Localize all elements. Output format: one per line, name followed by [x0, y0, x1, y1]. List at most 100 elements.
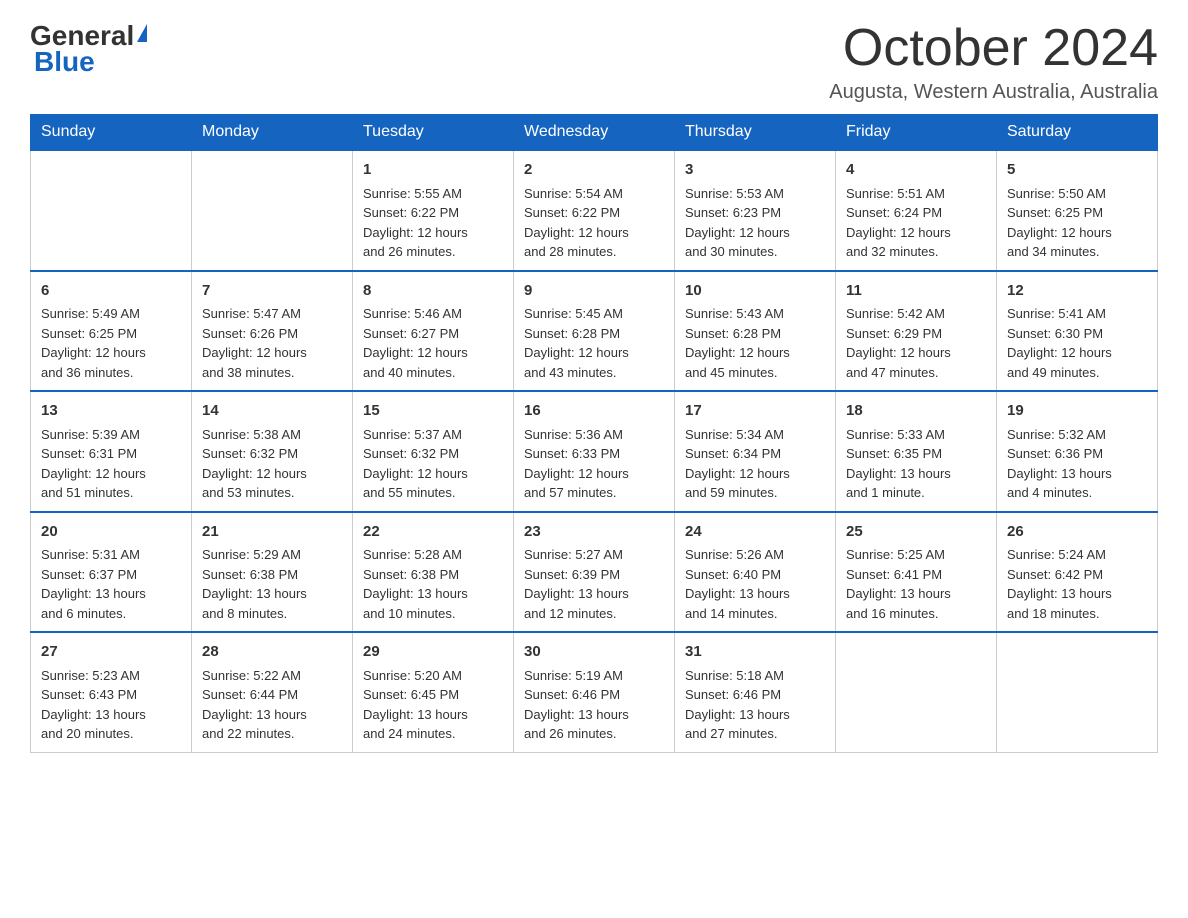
calendar-cell-w5-d5: 31Sunrise: 5:18 AM Sunset: 6:46 PM Dayli… — [675, 632, 836, 752]
header-day-tuesday: Tuesday — [353, 115, 514, 151]
calendar-cell-w3-d2: 14Sunrise: 5:38 AM Sunset: 6:32 PM Dayli… — [192, 391, 353, 512]
day-number-7: 7 — [202, 280, 342, 303]
calendar-cell-w1-d3: 1Sunrise: 5:55 AM Sunset: 6:22 PM Daylig… — [353, 150, 514, 271]
calendar-cell-w1-d5: 3Sunrise: 5:53 AM Sunset: 6:23 PM Daylig… — [675, 150, 836, 271]
calendar-table: SundayMondayTuesdayWednesdayThursdayFrid… — [30, 114, 1158, 753]
day-number-26: 26 — [1007, 521, 1147, 544]
calendar-cell-w4-d7: 26Sunrise: 5:24 AM Sunset: 6:42 PM Dayli… — [997, 512, 1158, 633]
day-number-22: 22 — [363, 521, 503, 544]
calendar-cell-w1-d7: 5Sunrise: 5:50 AM Sunset: 6:25 PM Daylig… — [997, 150, 1158, 271]
day-info-10: Sunrise: 5:43 AM Sunset: 6:28 PM Dayligh… — [685, 304, 825, 382]
calendar-cell-w4-d6: 25Sunrise: 5:25 AM Sunset: 6:41 PM Dayli… — [836, 512, 997, 633]
calendar-cell-w5-d1: 27Sunrise: 5:23 AM Sunset: 6:43 PM Dayli… — [31, 632, 192, 752]
day-info-11: Sunrise: 5:42 AM Sunset: 6:29 PM Dayligh… — [846, 304, 986, 382]
calendar-cell-w2-d5: 10Sunrise: 5:43 AM Sunset: 6:28 PM Dayli… — [675, 271, 836, 392]
calendar-cell-w2-d6: 11Sunrise: 5:42 AM Sunset: 6:29 PM Dayli… — [836, 271, 997, 392]
day-number-18: 18 — [846, 400, 986, 423]
day-number-29: 29 — [363, 641, 503, 664]
calendar-cell-w1-d2 — [192, 150, 353, 271]
day-info-4: Sunrise: 5:51 AM Sunset: 6:24 PM Dayligh… — [846, 184, 986, 262]
day-number-28: 28 — [202, 641, 342, 664]
day-number-9: 9 — [524, 280, 664, 303]
day-number-20: 20 — [41, 521, 181, 544]
day-info-16: Sunrise: 5:36 AM Sunset: 6:33 PM Dayligh… — [524, 425, 664, 503]
day-info-26: Sunrise: 5:24 AM Sunset: 6:42 PM Dayligh… — [1007, 545, 1147, 623]
calendar-cell-w5-d6 — [836, 632, 997, 752]
day-info-24: Sunrise: 5:26 AM Sunset: 6:40 PM Dayligh… — [685, 545, 825, 623]
calendar-cell-w5-d3: 29Sunrise: 5:20 AM Sunset: 6:45 PM Dayli… — [353, 632, 514, 752]
calendar-cell-w3-d3: 15Sunrise: 5:37 AM Sunset: 6:32 PM Dayli… — [353, 391, 514, 512]
day-number-15: 15 — [363, 400, 503, 423]
day-info-20: Sunrise: 5:31 AM Sunset: 6:37 PM Dayligh… — [41, 545, 181, 623]
day-info-13: Sunrise: 5:39 AM Sunset: 6:31 PM Dayligh… — [41, 425, 181, 503]
calendar-cell-w1-d4: 2Sunrise: 5:54 AM Sunset: 6:22 PM Daylig… — [514, 150, 675, 271]
calendar-week-4: 20Sunrise: 5:31 AM Sunset: 6:37 PM Dayli… — [31, 512, 1158, 633]
day-number-4: 4 — [846, 159, 986, 182]
header-day-thursday: Thursday — [675, 115, 836, 151]
calendar-cell-w2-d4: 9Sunrise: 5:45 AM Sunset: 6:28 PM Daylig… — [514, 271, 675, 392]
day-info-23: Sunrise: 5:27 AM Sunset: 6:39 PM Dayligh… — [524, 545, 664, 623]
day-info-6: Sunrise: 5:49 AM Sunset: 6:25 PM Dayligh… — [41, 304, 181, 382]
calendar-cell-w4-d3: 22Sunrise: 5:28 AM Sunset: 6:38 PM Dayli… — [353, 512, 514, 633]
day-number-3: 3 — [685, 159, 825, 182]
calendar-cell-w2-d2: 7Sunrise: 5:47 AM Sunset: 6:26 PM Daylig… — [192, 271, 353, 392]
calendar-cell-w4-d2: 21Sunrise: 5:29 AM Sunset: 6:38 PM Dayli… — [192, 512, 353, 633]
calendar-cell-w5-d7 — [997, 632, 1158, 752]
day-info-8: Sunrise: 5:46 AM Sunset: 6:27 PM Dayligh… — [363, 304, 503, 382]
day-number-25: 25 — [846, 521, 986, 544]
day-info-2: Sunrise: 5:54 AM Sunset: 6:22 PM Dayligh… — [524, 184, 664, 262]
calendar-week-3: 13Sunrise: 5:39 AM Sunset: 6:31 PM Dayli… — [31, 391, 1158, 512]
day-info-12: Sunrise: 5:41 AM Sunset: 6:30 PM Dayligh… — [1007, 304, 1147, 382]
day-info-27: Sunrise: 5:23 AM Sunset: 6:43 PM Dayligh… — [41, 666, 181, 744]
day-info-25: Sunrise: 5:25 AM Sunset: 6:41 PM Dayligh… — [846, 545, 986, 623]
header-day-saturday: Saturday — [997, 115, 1158, 151]
day-number-5: 5 — [1007, 159, 1147, 182]
day-info-22: Sunrise: 5:28 AM Sunset: 6:38 PM Dayligh… — [363, 545, 503, 623]
day-info-30: Sunrise: 5:19 AM Sunset: 6:46 PM Dayligh… — [524, 666, 664, 744]
day-info-7: Sunrise: 5:47 AM Sunset: 6:26 PM Dayligh… — [202, 304, 342, 382]
day-info-19: Sunrise: 5:32 AM Sunset: 6:36 PM Dayligh… — [1007, 425, 1147, 503]
calendar-cell-w3-d5: 17Sunrise: 5:34 AM Sunset: 6:34 PM Dayli… — [675, 391, 836, 512]
calendar-cell-w3-d7: 19Sunrise: 5:32 AM Sunset: 6:36 PM Dayli… — [997, 391, 1158, 512]
day-number-27: 27 — [41, 641, 181, 664]
day-number-19: 19 — [1007, 400, 1147, 423]
day-info-14: Sunrise: 5:38 AM Sunset: 6:32 PM Dayligh… — [202, 425, 342, 503]
title-area: October 2024 Augusta, Western Australia,… — [829, 20, 1158, 104]
day-number-11: 11 — [846, 280, 986, 303]
day-number-17: 17 — [685, 400, 825, 423]
calendar-cell-w2-d1: 6Sunrise: 5:49 AM Sunset: 6:25 PM Daylig… — [31, 271, 192, 392]
calendar-cell-w4-d4: 23Sunrise: 5:27 AM Sunset: 6:39 PM Dayli… — [514, 512, 675, 633]
calendar-week-2: 6Sunrise: 5:49 AM Sunset: 6:25 PM Daylig… — [31, 271, 1158, 392]
day-number-6: 6 — [41, 280, 181, 303]
calendar-cell-w5-d4: 30Sunrise: 5:19 AM Sunset: 6:46 PM Dayli… — [514, 632, 675, 752]
header-day-wednesday: Wednesday — [514, 115, 675, 151]
calendar-cell-w3-d4: 16Sunrise: 5:36 AM Sunset: 6:33 PM Dayli… — [514, 391, 675, 512]
day-number-12: 12 — [1007, 280, 1147, 303]
logo-blue-text: Blue — [34, 46, 95, 78]
day-info-3: Sunrise: 5:53 AM Sunset: 6:23 PM Dayligh… — [685, 184, 825, 262]
calendar-cell-w4-d5: 24Sunrise: 5:26 AM Sunset: 6:40 PM Dayli… — [675, 512, 836, 633]
day-number-2: 2 — [524, 159, 664, 182]
calendar-cell-w5-d2: 28Sunrise: 5:22 AM Sunset: 6:44 PM Dayli… — [192, 632, 353, 752]
calendar-cell-w2-d3: 8Sunrise: 5:46 AM Sunset: 6:27 PM Daylig… — [353, 271, 514, 392]
day-info-5: Sunrise: 5:50 AM Sunset: 6:25 PM Dayligh… — [1007, 184, 1147, 262]
day-number-13: 13 — [41, 400, 181, 423]
header-day-sunday: Sunday — [31, 115, 192, 151]
day-number-30: 30 — [524, 641, 664, 664]
header-day-monday: Monday — [192, 115, 353, 151]
day-info-17: Sunrise: 5:34 AM Sunset: 6:34 PM Dayligh… — [685, 425, 825, 503]
day-number-8: 8 — [363, 280, 503, 303]
day-info-9: Sunrise: 5:45 AM Sunset: 6:28 PM Dayligh… — [524, 304, 664, 382]
header-day-friday: Friday — [836, 115, 997, 151]
day-number-14: 14 — [202, 400, 342, 423]
day-number-1: 1 — [363, 159, 503, 182]
calendar-cell-w3-d6: 18Sunrise: 5:33 AM Sunset: 6:35 PM Dayli… — [836, 391, 997, 512]
month-title: October 2024 — [829, 20, 1158, 77]
calendar-header-row: SundayMondayTuesdayWednesdayThursdayFrid… — [31, 115, 1158, 151]
page-header: General Blue October 2024 Augusta, Weste… — [30, 20, 1158, 104]
day-number-31: 31 — [685, 641, 825, 664]
day-info-21: Sunrise: 5:29 AM Sunset: 6:38 PM Dayligh… — [202, 545, 342, 623]
day-number-21: 21 — [202, 521, 342, 544]
day-info-28: Sunrise: 5:22 AM Sunset: 6:44 PM Dayligh… — [202, 666, 342, 744]
day-number-16: 16 — [524, 400, 664, 423]
